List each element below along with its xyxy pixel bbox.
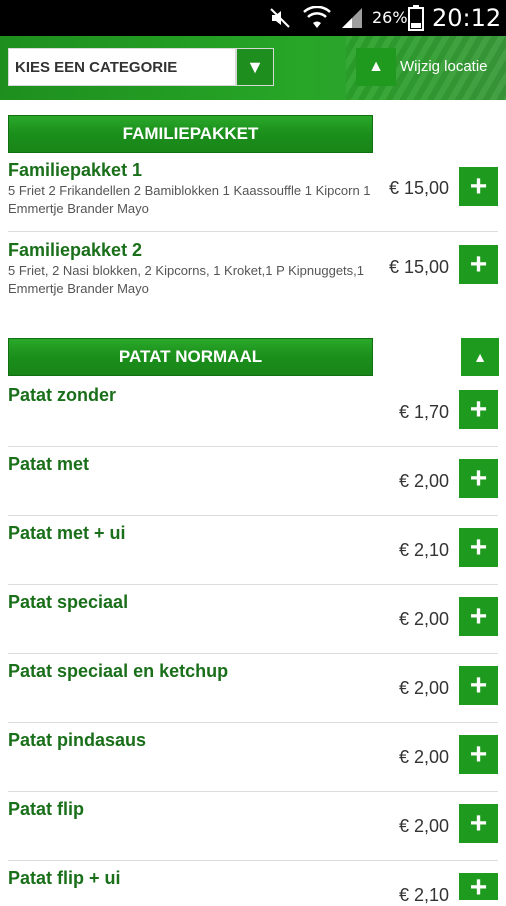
plus-icon: +: [469, 737, 488, 771]
list-item: Patat zonder € 1,70 +: [8, 385, 498, 445]
clock: 20:12: [432, 4, 502, 32]
divider: [8, 584, 498, 585]
list-item: Patat met + ui € 2,10 +: [8, 523, 498, 583]
add-to-cart-button[interactable]: +: [459, 597, 498, 636]
divider: [8, 446, 498, 447]
divider: [8, 231, 498, 232]
add-to-cart-button[interactable]: +: [459, 459, 498, 498]
divider: [8, 722, 498, 723]
item-name: Patat speciaal en ketchup: [8, 661, 229, 681]
battery-icon: [408, 0, 424, 36]
item-name: Patat speciaal: [8, 592, 129, 612]
plus-icon: +: [469, 806, 488, 840]
item-description: 5 Friet, 2 Nasi blokken, 2 Kipcorns, 1 K…: [8, 263, 365, 296]
item-name: Patat met: [8, 454, 90, 474]
change-location-button[interactable]: ▲: [356, 48, 396, 86]
section-header-patat-normaal[interactable]: PATAT NORMAAL: [8, 338, 373, 376]
item-price: € 2,00: [398, 747, 449, 767]
add-to-cart-button[interactable]: +: [459, 245, 498, 284]
mute-icon: [268, 0, 292, 36]
item-price: € 2,00: [398, 471, 449, 491]
item-price: € 1,70: [398, 402, 449, 422]
category-dropdown-button[interactable]: ▼: [236, 48, 274, 86]
collapse-section-button[interactable]: ▲: [461, 338, 499, 376]
list-item: Patat flip € 2,00 +: [8, 799, 498, 859]
divider: [8, 515, 498, 516]
triangle-up-icon: ▲: [368, 58, 384, 75]
triangle-up-icon: ▲: [473, 349, 487, 365]
add-to-cart-button[interactable]: +: [459, 666, 498, 705]
plus-icon: +: [469, 871, 488, 904]
list-item: Patat speciaal € 2,00 +: [8, 592, 498, 652]
item-name: Patat zonder: [8, 385, 117, 405]
plus-icon: +: [469, 461, 488, 495]
item-price: € 2,00: [398, 609, 449, 629]
add-to-cart-button[interactable]: +: [459, 528, 498, 567]
plus-icon: +: [469, 247, 488, 281]
list-item: Patat flip + ui € 2,10 +: [8, 868, 498, 905]
item-price: € 2,10: [398, 540, 449, 560]
add-to-cart-button[interactable]: +: [459, 390, 498, 429]
section-header-familiepakket[interactable]: FAMILIEPAKKET: [8, 115, 373, 153]
item-name: Familiepakket 1: [8, 160, 143, 180]
list-item: Patat met € 2,00 +: [8, 454, 498, 514]
change-location-label[interactable]: Wijzig locatie: [400, 48, 488, 86]
divider: [8, 860, 498, 861]
divider: [8, 791, 498, 792]
list-item: Familiepakket 2 5 Friet, 2 Nasi blokken,…: [8, 240, 498, 310]
item-price: € 15,00: [388, 257, 449, 277]
list-item: Patat pindasaus € 2,00 +: [8, 730, 498, 790]
add-to-cart-button[interactable]: +: [459, 804, 498, 843]
item-price: € 2,10: [398, 885, 449, 905]
add-to-cart-button[interactable]: +: [459, 167, 498, 206]
divider: [8, 653, 498, 654]
triangle-down-icon: ▼: [246, 56, 264, 77]
plus-icon: +: [469, 668, 488, 702]
item-name: Familiepakket 2: [8, 240, 143, 260]
add-to-cart-button[interactable]: +: [459, 735, 498, 774]
plus-icon: +: [469, 599, 488, 633]
top-bar: KIES EEN CATEGORIE ▼ ▲ Wijzig locatie: [0, 36, 506, 100]
wifi-icon: [303, 0, 331, 36]
item-name: Patat flip + ui: [8, 868, 121, 888]
add-to-cart-button[interactable]: +: [459, 871, 498, 904]
signal-icon: [340, 0, 364, 36]
category-select[interactable]: KIES EEN CATEGORIE: [8, 48, 236, 86]
battery-percentage: 26%: [372, 8, 408, 27]
item-name: Patat met + ui: [8, 523, 126, 543]
item-description: 5 Friet 2 Frikandellen 2 Bamiblokken 1 K…: [8, 183, 371, 216]
status-bar: 26% 20:12: [0, 0, 506, 36]
item-price: € 2,00: [398, 678, 449, 698]
item-price: € 2,00: [398, 816, 449, 836]
list-item: Patat speciaal en ketchup € 2,00 +: [8, 661, 498, 721]
item-name: Patat flip: [8, 799, 85, 819]
item-name: Patat pindasaus: [8, 730, 147, 750]
list-item: Familiepakket 1 5 Friet 2 Frikandellen 2…: [8, 160, 498, 230]
plus-icon: +: [469, 169, 488, 203]
plus-icon: +: [469, 530, 488, 564]
item-price: € 15,00: [388, 178, 449, 198]
plus-icon: +: [469, 392, 488, 426]
category-select-label: KIES EEN CATEGORIE: [15, 59, 178, 76]
